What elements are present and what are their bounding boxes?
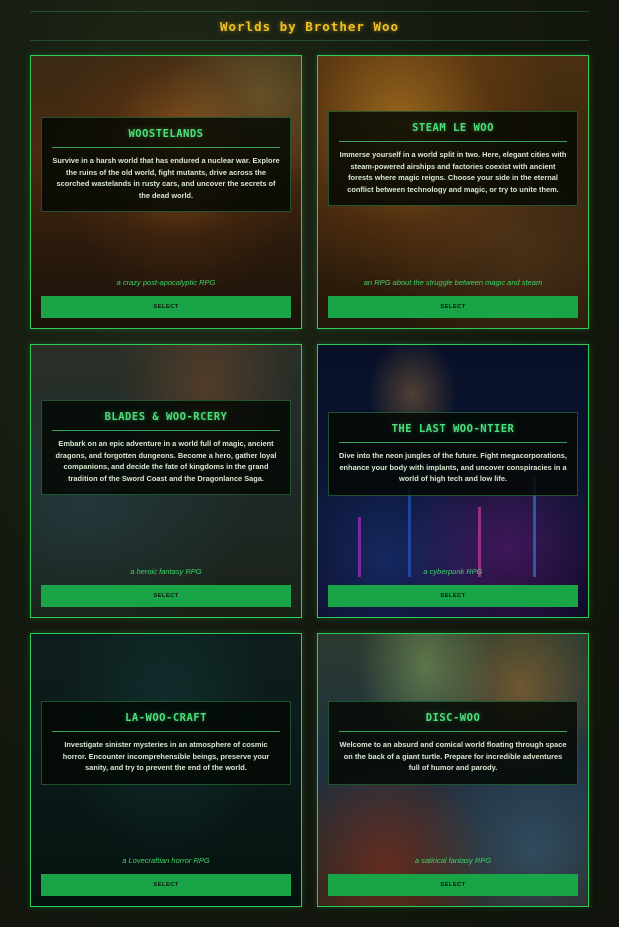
world-description: Welcome to an absurd and comical world f…	[339, 740, 567, 773]
world-info-panel: WOOSTELANDS Survive in a harsh world tha…	[41, 117, 291, 213]
world-tagline: a cyberpunk RPG	[423, 567, 483, 576]
world-card-blades-woo-rcery[interactable]: BLADES & WOO-RCERY Embark on an epic adv…	[30, 344, 302, 618]
world-card-la-woo-craft[interactable]: LA-WOO-CRAFT Investigate sinister myster…	[30, 633, 302, 907]
world-card-steam-le-woo[interactable]: STEAM LE WOO Immerse yourself in a world…	[317, 55, 589, 329]
world-info-panel: THE LAST WOO-NTIER Dive into the neon ju…	[328, 412, 578, 496]
world-info-panel: LA-WOO-CRAFT Investigate sinister myster…	[41, 701, 291, 785]
world-tagline: a Lovecraftian horror RPG	[122, 856, 210, 865]
select-button[interactable]: SELECT	[41, 585, 291, 607]
world-tagline: a crazy post-apocalyptic RPG	[116, 278, 216, 287]
title-divider	[52, 147, 280, 148]
select-button[interactable]: SELECT	[41, 296, 291, 318]
title-divider	[339, 731, 567, 732]
world-title: BLADES & WOO-RCERY	[104, 411, 228, 423]
world-description: Immerse yourself in a world split in two…	[339, 150, 567, 194]
world-title: LA-WOO-CRAFT	[125, 712, 207, 724]
select-button[interactable]: SELECT	[328, 296, 578, 318]
world-tagline: an RPG about the struggle between magic …	[363, 278, 543, 287]
page-title: Worlds by Brother Woo	[219, 18, 400, 34]
page-header: Worlds by Brother Woo	[30, 11, 589, 41]
world-description: Embark on an epic adventure in a world f…	[55, 439, 277, 483]
world-description: Survive in a harsh world that has endure…	[52, 156, 280, 200]
world-card-woostelands[interactable]: WOOSTELANDS Survive in a harsh world tha…	[30, 55, 302, 329]
world-title: STEAM LE WOO	[412, 122, 494, 134]
world-card-last-woo-ntier[interactable]: THE LAST WOO-NTIER Dive into the neon ju…	[317, 344, 589, 618]
select-button[interactable]: SELECT	[41, 874, 291, 896]
world-title: WOOSTELANDS	[128, 128, 204, 140]
title-divider	[339, 141, 567, 142]
world-card-disc-woo[interactable]: DISC-WOO Welcome to an absurd and comica…	[317, 633, 589, 907]
select-button[interactable]: SELECT	[328, 585, 578, 607]
world-info-panel: DISC-WOO Welcome to an absurd and comica…	[328, 701, 578, 785]
title-divider	[52, 430, 280, 431]
world-info-panel: STEAM LE WOO Immerse yourself in a world…	[328, 111, 578, 207]
world-description: Investigate sinister mysteries in an atm…	[62, 740, 270, 773]
world-tagline: a satirical fantasy RPG	[414, 856, 492, 865]
world-description: Dive into the neon jungles of the future…	[339, 451, 567, 484]
world-tagline: a heroic fantasy RPG	[130, 567, 202, 576]
neon-sign-decoration	[408, 487, 411, 577]
select-button[interactable]: SELECT	[328, 874, 578, 896]
title-divider	[339, 442, 567, 443]
world-title: DISC-WOO	[425, 712, 481, 724]
title-divider	[52, 731, 280, 732]
world-info-panel: BLADES & WOO-RCERY Embark on an epic adv…	[41, 400, 291, 496]
world-title: THE LAST WOO-NTIER	[391, 423, 515, 435]
